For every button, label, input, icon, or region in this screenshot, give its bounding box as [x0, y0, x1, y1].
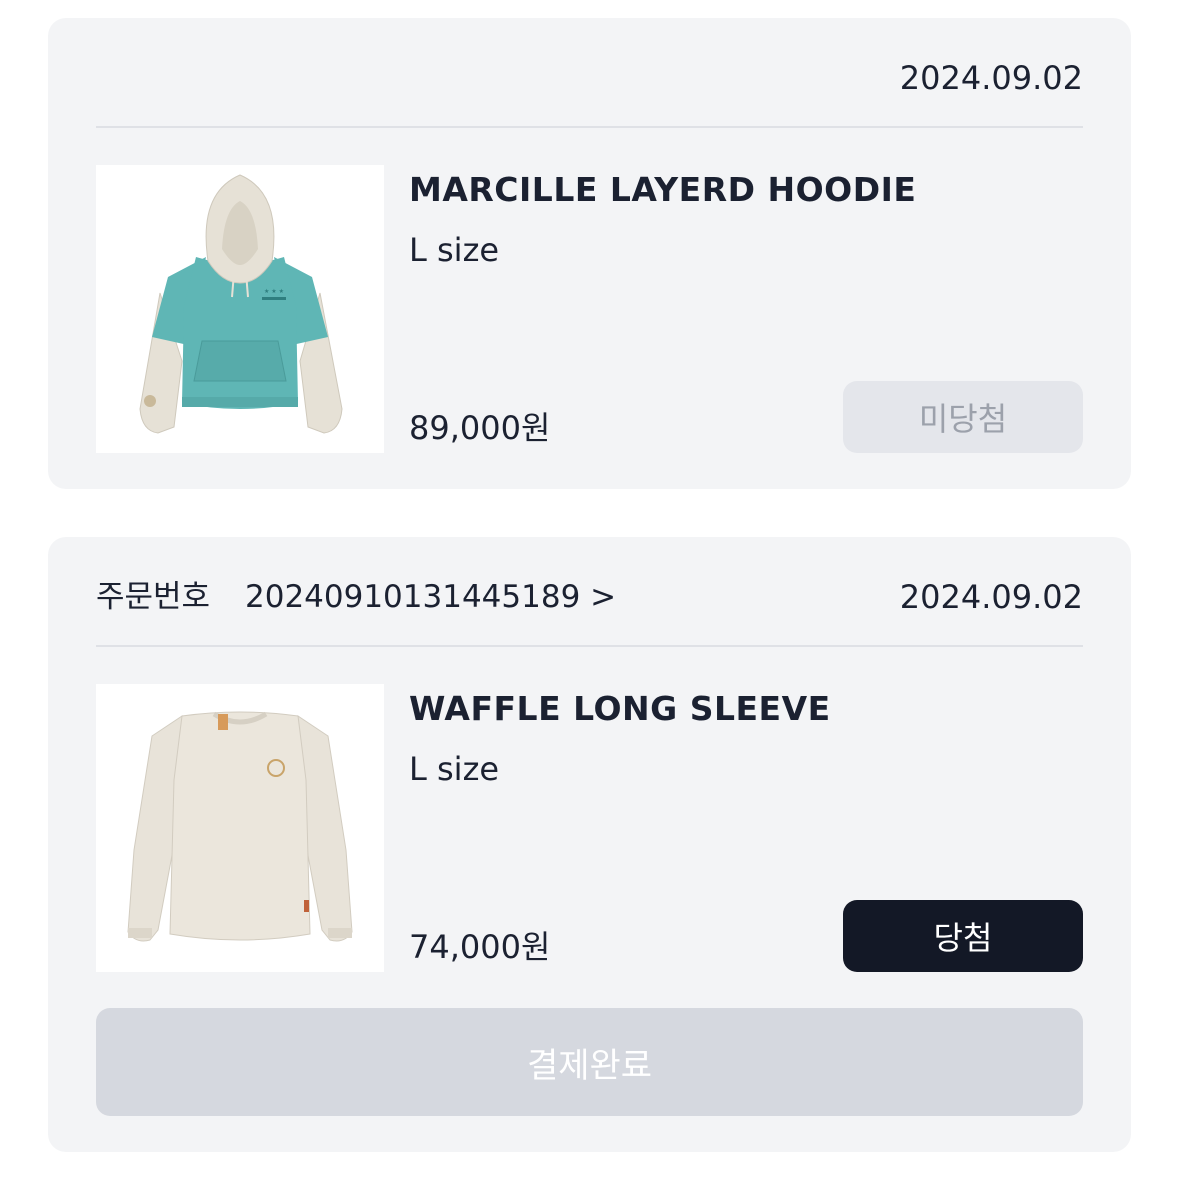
svg-text:★ ★ ★: ★ ★ ★ — [264, 288, 284, 295]
lottery-status-button[interactable]: 미당첨 — [843, 381, 1083, 453]
product-size: L size — [409, 750, 500, 788]
order-header: 2024.09.02 — [96, 58, 1083, 98]
long-sleeve-image — [127, 711, 353, 942]
hoodie-image: ★ ★ ★ — [139, 174, 343, 434]
lottery-status-button[interactable]: 당첨 — [843, 900, 1083, 972]
product-price: 74,000원 — [409, 928, 551, 966]
order-number-link[interactable]: 20240910131445189 > — [245, 577, 616, 617]
product-name: MARCILLE LAYERD HOODIE — [409, 170, 917, 209]
product-size: L size — [409, 231, 500, 269]
product-name: WAFFLE LONG SLEEVE — [409, 689, 831, 728]
product-image[interactable]: ★ ★ ★ — [96, 165, 384, 453]
order-date: 2024.09.02 — [899, 59, 1083, 97]
product-image[interactable] — [96, 684, 384, 972]
order-header: 주문번호 20240910131445189 > 2024.09.02 — [96, 577, 1083, 617]
order-card: 주문번호 20240910131445189 > 2024.09.02 WAFF… — [48, 537, 1131, 1152]
product-price: 89,000원 — [409, 409, 551, 447]
order-number-label: 주문번호 — [96, 579, 211, 615]
order-date: 2024.09.02 — [899, 578, 1083, 616]
divider — [96, 126, 1083, 128]
order-card: 2024.09.02 ★ ★ ★ MARCILLE LAYERD HOODIE … — [48, 18, 1131, 489]
payment-complete-button[interactable]: 결제완료 — [96, 1008, 1083, 1116]
divider — [96, 645, 1083, 647]
